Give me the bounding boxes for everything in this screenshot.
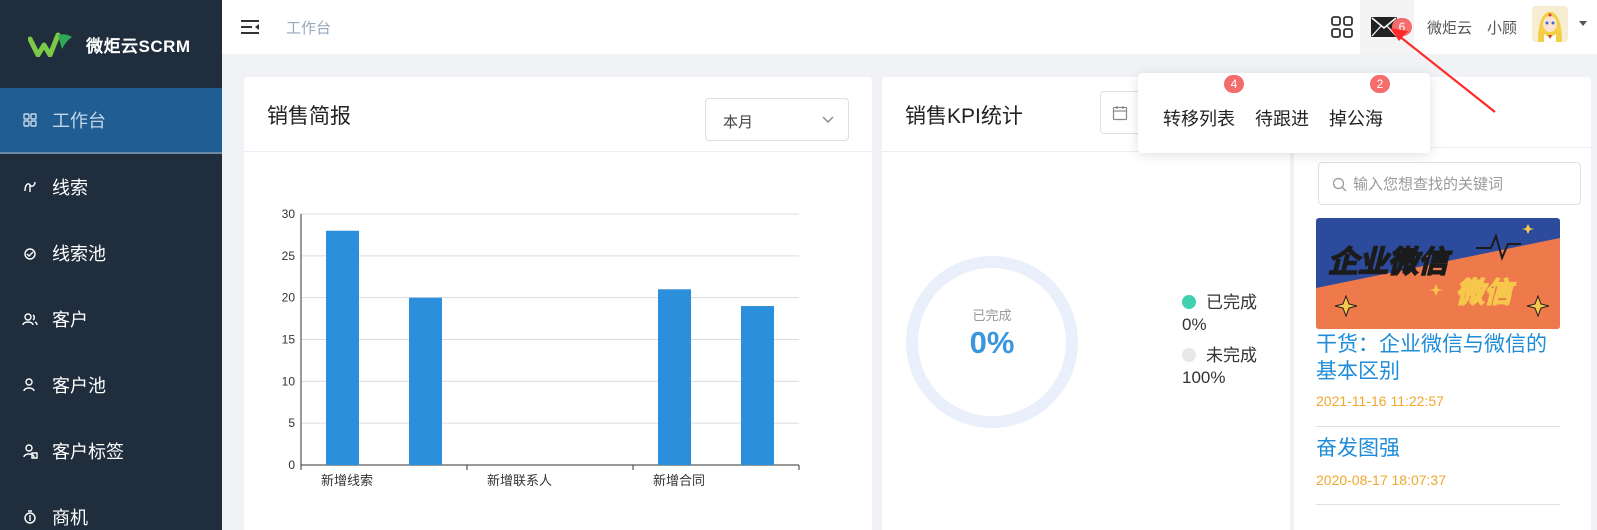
article-title-link[interactable]: 干货：企业微信与微信的基本区别: [1316, 331, 1566, 385]
bar: [409, 297, 442, 465]
legend-dot: [1182, 348, 1196, 362]
sidebar-item-workbench[interactable]: 工作台: [0, 88, 222, 154]
y-tick-label: 30: [282, 207, 296, 221]
customer-tag-icon: [22, 443, 38, 459]
sales-bar-chart: 0 5 10 15 20 25 30 新增线索 新增联系人 新增合同: [282, 207, 800, 488]
sidebar-item-label: 客户池: [52, 376, 106, 396]
kpi-ring-label: 已完成: [972, 308, 1012, 323]
y-tick-label: 10: [282, 374, 296, 388]
calendar-icon: [1112, 106, 1128, 121]
sidebar-item-customer-tags[interactable]: 客户标签: [0, 418, 222, 484]
avatar-image-icon: [1532, 6, 1568, 42]
search-icon: [1332, 177, 1347, 192]
bar: [741, 306, 774, 465]
sales-report-title: 销售简报: [267, 105, 351, 128]
sidebar-item-label: 客户: [52, 310, 88, 330]
bar: [658, 289, 691, 465]
legend-dot: [1182, 295, 1196, 309]
y-tick-label: 20: [282, 291, 296, 305]
popover-badge: 2: [1370, 75, 1390, 93]
menu-toggle-icon[interactable]: [240, 17, 260, 37]
article-date: 2020-08-17 18:07:37: [1316, 472, 1446, 488]
y-tick-label: 25: [282, 249, 296, 263]
annotation-arrow-icon: [1390, 28, 1496, 113]
y-tick-label: 0: [288, 458, 295, 472]
sidebar-item-opportunities[interactable]: 商机: [0, 484, 222, 530]
article-date: 2021-11-16 11:22:57: [1316, 393, 1444, 409]
period-select-value: 本月: [723, 114, 754, 131]
sidebar-item-label: 工作台: [52, 111, 106, 131]
sidebar-item-label: 线索池: [52, 244, 106, 264]
breadcrumb[interactable]: 工作台: [286, 17, 331, 38]
sidebar-item-leads[interactable]: 线索: [0, 154, 222, 220]
customer-icon: [22, 311, 38, 327]
x-tick-label: 新增联系人: [487, 473, 552, 488]
popover-badge: 4: [1224, 75, 1244, 93]
news-search[interactable]: [1318, 162, 1581, 205]
sidebar-item-customers[interactable]: 客户: [0, 286, 222, 352]
article-divider: [1316, 504, 1560, 505]
news-banner[interactable]: 企业微信 微信: [1316, 218, 1560, 329]
sidebar: 微炬云SCRM 工作台 线索 线索池 客户 客户池 客户标签 商机: [0, 0, 222, 530]
logo[interactable]: 微炬云SCRM: [0, 0, 222, 88]
grid-icon: [22, 112, 38, 128]
logo-mark-icon: [28, 32, 72, 57]
legend-item-completed[interactable]: 已完成 0%: [1182, 292, 1257, 336]
kpi-ring-value: 0%: [969, 325, 1015, 360]
search-input[interactable]: [1353, 169, 1573, 199]
popover-item-transfer-list[interactable]: 转移列表: [1163, 105, 1235, 131]
popover-item-pending-followup[interactable]: 待跟进: [1255, 105, 1309, 131]
legend-value: 0%: [1182, 315, 1207, 334]
sidebar-item-label: 线索: [52, 178, 88, 198]
legend-item-uncompleted[interactable]: 未完成 100%: [1182, 345, 1257, 389]
banner-text-2: 微信: [1456, 276, 1516, 309]
popover-item-public-sea[interactable]: 掉公海: [1329, 105, 1383, 131]
avatar[interactable]: [1532, 6, 1568, 42]
legend-label: 未完成: [1206, 346, 1257, 365]
apps-grid-icon[interactable]: [1330, 15, 1354, 39]
kpi-title: 销售KPI统计: [905, 105, 1023, 128]
x-tick-label: 新增合同: [653, 473, 705, 488]
period-select[interactable]: 本月: [705, 98, 849, 141]
opportunity-icon: [22, 509, 38, 525]
legend-value: 100%: [1182, 368, 1226, 387]
y-tick-label: 5: [288, 416, 295, 430]
banner-image-icon: 企业微信 微信: [1316, 218, 1560, 329]
sales-report-card: 销售简报 本月 0 5 10 15 20 25 30 新增线索 新增联系人 新增合同: [244, 77, 872, 530]
y-tick-label: 15: [282, 333, 296, 347]
notification-popover: 转移列表 4 待跟进 掉公海 2: [1138, 73, 1430, 153]
lead-icon: [22, 179, 38, 195]
banner-text-1: 企业微信: [1328, 245, 1453, 280]
caret-down-icon[interactable]: [1578, 20, 1588, 28]
customer-pool-icon: [22, 377, 38, 393]
chevron-down-icon: [822, 116, 834, 123]
bar: [326, 230, 359, 465]
sidebar-item-lead-pool[interactable]: 线索池: [0, 220, 222, 286]
sidebar-item-customer-pool[interactable]: 客户池: [0, 352, 222, 418]
brand-name: 微炬云SCRM: [86, 36, 191, 56]
x-tick-label: 新增线索: [321, 473, 373, 488]
article-divider: [1316, 426, 1560, 427]
legend-label: 已完成: [1206, 293, 1257, 312]
sidebar-item-label: 客户标签: [52, 442, 124, 462]
sidebar-item-label: 商机: [52, 508, 88, 528]
article-title-link[interactable]: 奋发图强: [1316, 435, 1566, 462]
lead-pool-icon: [22, 245, 38, 261]
